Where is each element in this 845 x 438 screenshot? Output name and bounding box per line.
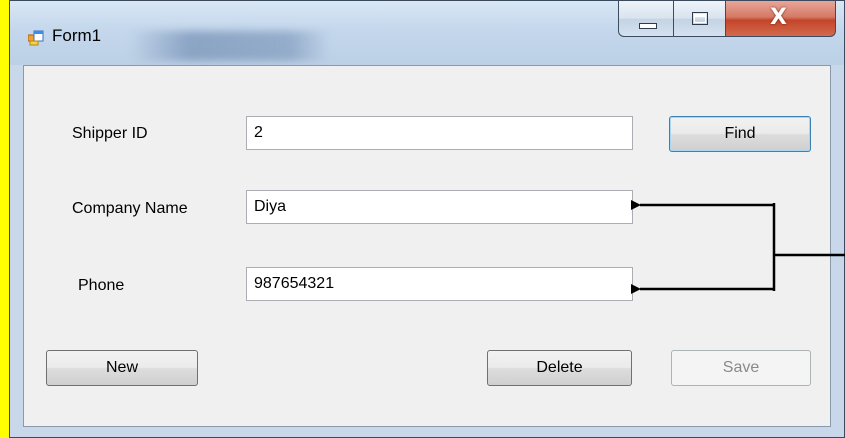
form1-window: Form1 X Shipper ID 2 Find Company Name D… — [9, 0, 845, 438]
save-button[interactable]: Save — [671, 350, 811, 386]
titlebar-glass-blur — [130, 31, 330, 61]
title-bar[interactable]: Form1 X — [10, 1, 844, 65]
phone-label: Phone — [78, 277, 125, 294]
window-title: Form1 — [52, 26, 102, 45]
new-button[interactable]: New — [46, 350, 198, 386]
shipper-id-input[interactable]: 2 — [246, 116, 633, 150]
delete-button[interactable]: Delete — [487, 350, 632, 386]
shipper-id-label: Shipper ID — [72, 125, 148, 142]
find-button[interactable]: Find — [669, 116, 811, 152]
maximize-button[interactable] — [674, 1, 726, 37]
company-name-input[interactable]: Diya — [246, 190, 633, 224]
company-name-label: Company Name — [72, 200, 188, 217]
phone-input[interactable]: 987654321 — [246, 267, 633, 301]
close-icon: X — [770, 5, 787, 30]
maximize-icon — [692, 12, 708, 25]
form-client-area: Shipper ID 2 Find Company Name Diya Phon… — [23, 65, 831, 427]
close-button[interactable]: X — [726, 1, 836, 37]
caption-buttons: X — [618, 1, 836, 37]
minimize-button[interactable] — [618, 1, 674, 37]
minimize-icon — [639, 23, 657, 29]
form-icon — [28, 30, 44, 46]
